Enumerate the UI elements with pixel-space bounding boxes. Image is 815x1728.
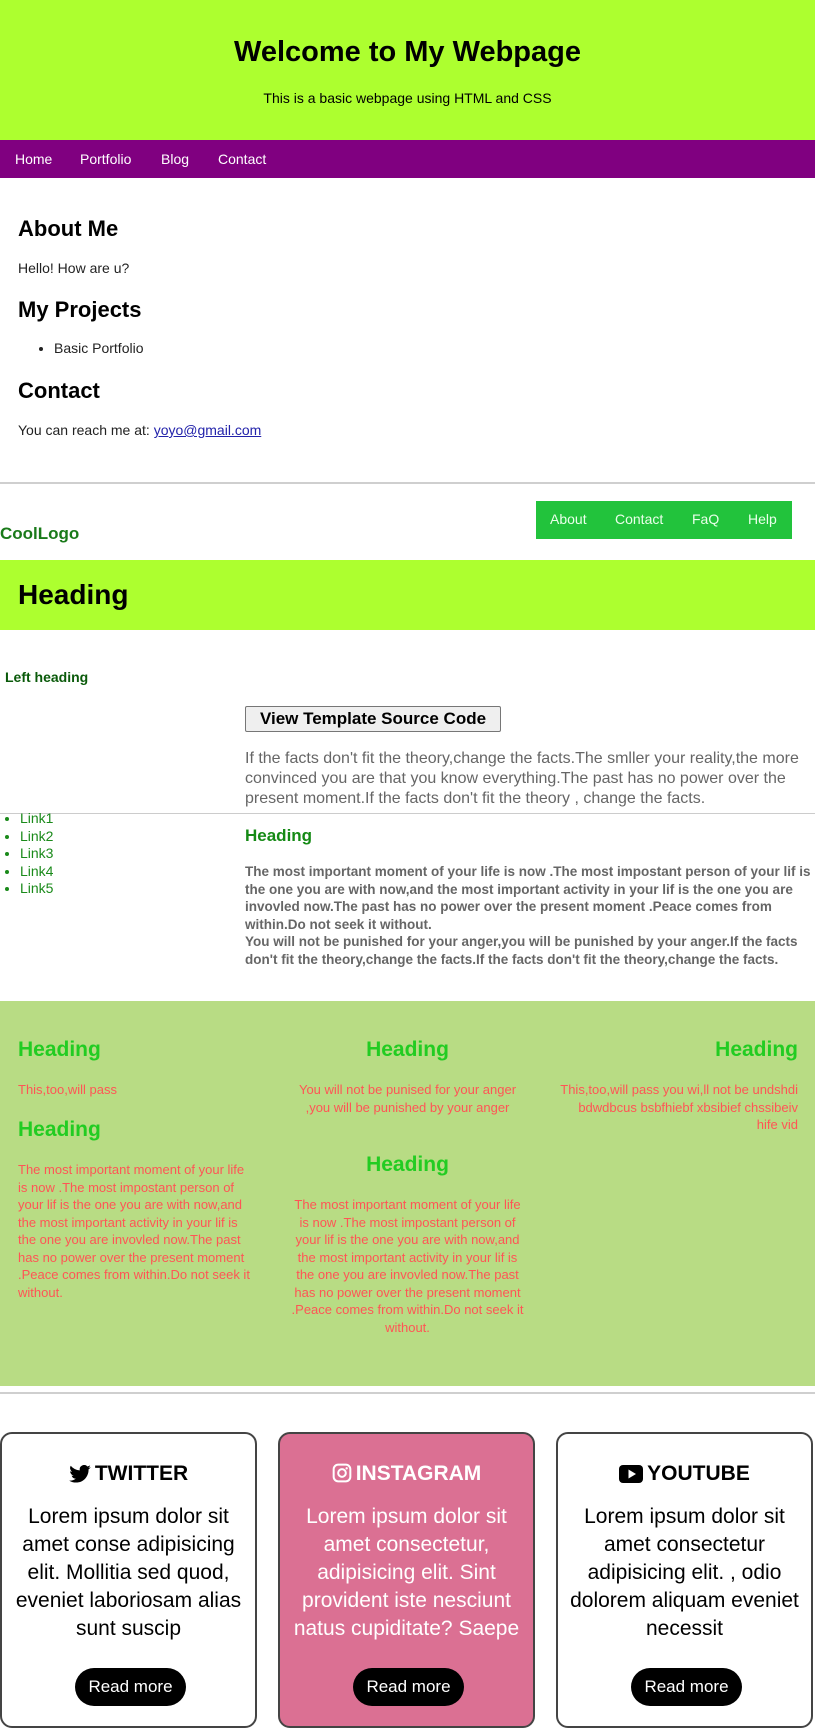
cool-nav-faq[interactable]: FaQ [692,511,719,527]
col3-heading: Heading [715,1038,798,1061]
divider [0,482,815,484]
thin-divider [0,813,815,814]
template-para-2: You will not be punished for your anger,… [245,934,798,967]
nav-contact[interactable]: Contact [218,151,266,167]
twitter-label: TWITTER [94,1462,189,1485]
col2-heading-1: Heading [366,1038,449,1061]
col2-heading-2: Heading [366,1153,449,1176]
youtube-label: YOUTUBE [647,1462,750,1485]
instagram-card: INSTAGRAM Lorem ipsum dolor sit amet con… [278,1432,535,1728]
cool-nav: About Contact FaQ Help [536,501,792,539]
divider [0,1392,815,1394]
nav-blog[interactable]: Blog [161,151,189,167]
cool-nav-help[interactable]: Help [748,511,777,527]
contact-text: You can reach me at: yoyo@gmail.com [18,422,261,438]
view-source-button[interactable]: View Template Source Code [245,706,501,732]
instagram-text: Lorem ipsum dolor sit amet consectetur, … [293,1505,520,1640]
twitter-read-more-button[interactable]: Read more [75,1668,186,1706]
cool-nav-about[interactable]: About [550,511,587,527]
instagram-read-more-button[interactable]: Read more [353,1668,464,1706]
col1-heading-2: Heading [18,1118,101,1141]
col1-text-2: The most important moment of your life i… [18,1162,250,1300]
link-list: Link1 Link2 Link3 Link4 Link5 [0,810,53,898]
youtube-read-more-button[interactable]: Read more [631,1668,742,1706]
quote-text: If the facts don't fit the theory,change… [245,750,799,807]
link-item[interactable]: Link5 [20,880,53,898]
email-link[interactable]: yoyo@gmail.com [154,422,262,438]
twitter-text: Lorem ipsum dolor sit amet conse adipisi… [15,1505,242,1640]
template-heading: Heading [245,826,313,845]
main-nav: Home Portfolio Blog Contact [0,140,815,178]
projects-list: Basic Portfolio [34,340,143,356]
template-body: The most important moment of your life i… [245,863,815,968]
instagram-title: INSTAGRAM [280,1462,533,1486]
twitter-icon [69,1464,91,1483]
col1-heading-1: Heading [18,1038,101,1061]
page-title: Welcome to My Webpage [234,36,581,68]
left-heading: Left heading [5,669,89,685]
col3-text: This,too,will pass you wi,ll not be unds… [560,1082,798,1132]
col1-text-1: This,too,will pass [18,1082,117,1097]
about-text: Hello! How are u? [18,260,130,276]
link-item[interactable]: Link2 [20,828,53,846]
site-header [0,0,815,140]
projects-heading: My Projects [18,297,142,322]
youtube-card: YOUTUBE Lorem ipsum dolor sit amet conse… [556,1432,813,1728]
col2-text-2: The most important moment of your life i… [291,1197,524,1335]
youtube-text: Lorem ipsum dolor sit amet consectetur a… [570,1505,799,1640]
col2-text-1: You will not be punised for your anger ,… [298,1082,517,1115]
twitter-title: TWITTER [2,1462,255,1486]
cool-nav-contact[interactable]: Contact [615,511,663,527]
nav-home[interactable]: Home [15,151,52,167]
page-subtitle: This is a basic webpage using HTML and C… [263,90,552,106]
twitter-card: TWITTER Lorem ipsum dolor sit amet conse… [0,1432,257,1728]
cool-logo[interactable]: CoolLogo [0,524,79,544]
link-item[interactable]: Link3 [20,845,53,863]
instagram-label: INSTAGRAM [355,1462,482,1485]
youtube-icon [619,1465,644,1483]
link-item[interactable]: Link4 [20,863,53,881]
project-item: Basic Portfolio [54,340,143,356]
instagram-icon [332,1463,352,1483]
template-para-1: The most important moment of your life i… [245,864,811,932]
band-heading: Heading [18,579,129,610]
link-item[interactable]: Link1 [20,810,53,828]
about-heading: About Me [18,216,119,241]
youtube-title: YOUTUBE [558,1462,811,1486]
contact-label: You can reach me at: [18,422,150,438]
nav-portfolio[interactable]: Portfolio [80,151,131,167]
contact-heading: Contact [18,378,100,403]
